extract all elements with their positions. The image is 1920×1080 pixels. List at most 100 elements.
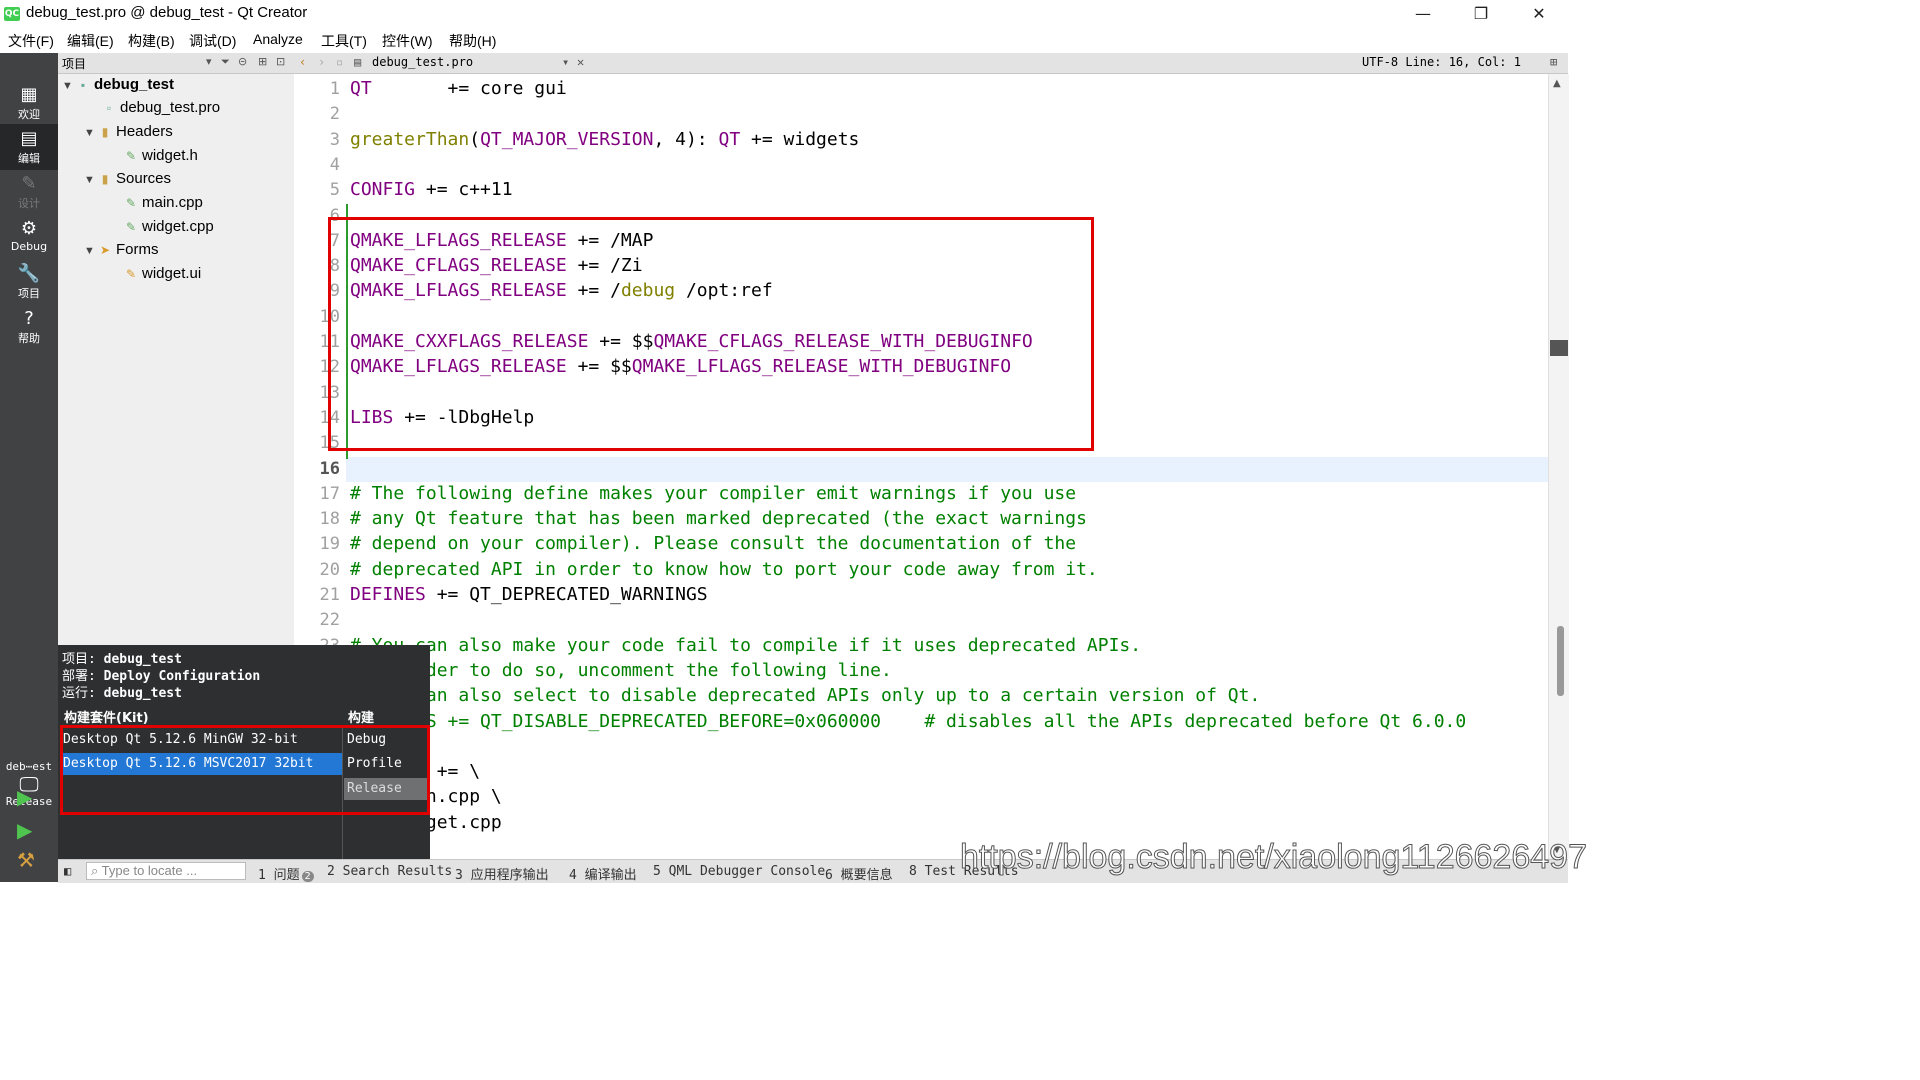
tab-application-output[interactable]: 3 应用程序输出 bbox=[455, 864, 549, 883]
scroll-up-icon[interactable]: ▲ bbox=[1553, 78, 1561, 89]
line-number: 3 bbox=[329, 129, 340, 150]
forward-arrow-icon[interactable]: › bbox=[318, 55, 325, 69]
tree-item-widget-h[interactable]: ✎ widget.h bbox=[124, 147, 198, 169]
menu-bar: 文件(F) 编辑(E) 构建(B) 调试(D) Analyze 工具(T) 控件… bbox=[0, 28, 1568, 53]
code-editor[interactable]: 1234567891011121314151617181920212223242… bbox=[294, 74, 1548, 859]
header-file-icon: ✎ bbox=[125, 149, 137, 163]
back-arrow-icon[interactable]: ‹ bbox=[299, 55, 306, 69]
code-line: # depend on your compiler). Please consu… bbox=[350, 533, 1077, 555]
mode-label: 欢迎 bbox=[18, 108, 40, 121]
mode-welcome[interactable]: ▦ 欢迎 bbox=[0, 80, 58, 126]
tab-general-messages[interactable]: 6 概要信息 bbox=[825, 864, 893, 883]
tab-issues[interactable]: 1 问题 2 bbox=[258, 864, 314, 883]
line-number: 20 bbox=[319, 559, 340, 580]
tree-item-widget-cpp[interactable]: ✎ widget.cpp bbox=[124, 218, 214, 240]
pro-file-icon: ▫ bbox=[106, 101, 112, 115]
mode-label: 编辑 bbox=[18, 152, 40, 165]
tree-item-sources[interactable]: ▼ ▮ Sources bbox=[84, 170, 171, 192]
mode-debug[interactable]: ⚙ Debug bbox=[0, 214, 58, 260]
menu-analyze[interactable]: Analyze bbox=[253, 31, 303, 47]
qt-creator-app-icon: QC bbox=[4, 7, 20, 21]
kit-column-header: 构建套件(Kit) bbox=[64, 711, 149, 726]
menu-file[interactable]: 文件(F) bbox=[8, 31, 54, 51]
lock-icon: ▫ bbox=[336, 55, 344, 69]
line-number: 18 bbox=[319, 509, 340, 530]
highlight-box-release-flags bbox=[328, 217, 1094, 451]
chevron-down-icon[interactable]: ▼ bbox=[84, 174, 98, 186]
tree-label: debug_test.pro bbox=[120, 99, 221, 116]
vertical-scrollbar[interactable]: ▲ ▼ bbox=[1548, 74, 1569, 859]
tree-item-widget-ui[interactable]: ✎ widget.ui bbox=[124, 265, 201, 287]
mode-projects[interactable]: 🔧 项目 bbox=[0, 259, 58, 305]
chevron-down-icon[interactable]: ▼ bbox=[84, 245, 98, 257]
mode-design[interactable]: ✎ 设计 bbox=[0, 169, 58, 215]
pencil-icon: ✎ bbox=[21, 173, 37, 194]
mode-help[interactable]: ? 帮助 bbox=[0, 304, 58, 350]
close-panel-icon[interactable]: ⊡ bbox=[276, 55, 285, 68]
line-number: 5 bbox=[329, 180, 340, 201]
tree-item-main-cpp[interactable]: ✎ main.cpp bbox=[124, 194, 203, 216]
document-icon: ▤ bbox=[20, 128, 38, 149]
cursor-position-status[interactable]: UTF-8 Line: 16, Col: 1 bbox=[1362, 55, 1521, 69]
watermark-text: https://blog.csdn.net/xiaolong1126626497 bbox=[960, 838, 1588, 877]
tree-item-pro-file[interactable]: ▫ debug_test.pro bbox=[102, 99, 220, 121]
build-hammer-icon[interactable]: ⚒ bbox=[17, 848, 35, 872]
code-line: # deprecated API in order to know how to… bbox=[350, 558, 1098, 580]
source-file-icon: ✎ bbox=[125, 196, 137, 210]
menu-widgets[interactable]: 控件(W) bbox=[382, 31, 433, 51]
maximize-button[interactable]: ❐ bbox=[1452, 0, 1510, 28]
project-icon: ▪ bbox=[80, 78, 86, 92]
link-icon[interactable]: ⊝ bbox=[238, 55, 247, 68]
code-line: QT += core gui bbox=[350, 78, 567, 99]
scroll-thumb[interactable] bbox=[1557, 626, 1564, 696]
forms-folder-icon: ➤ bbox=[99, 243, 111, 257]
menu-help[interactable]: 帮助(H) bbox=[449, 31, 496, 51]
locator-input[interactable]: ⌕ Type to locate ... bbox=[86, 862, 246, 880]
tree-label: debug_test bbox=[94, 76, 175, 93]
tree-item-headers[interactable]: ▼ ▮ Headers bbox=[84, 123, 173, 145]
run-button[interactable]: ▶ bbox=[17, 785, 32, 809]
tab-compile-output[interactable]: 4 编译输出 bbox=[569, 864, 637, 883]
folder-icon: ▮ bbox=[101, 125, 109, 139]
title-bar: QC debug_test.pro @ debug_test - Qt Crea… bbox=[0, 0, 1568, 28]
split-icon[interactable]: ⊞ bbox=[258, 55, 267, 68]
minimize-button[interactable]: — bbox=[1394, 0, 1452, 28]
debug-run-button[interactable]: ▶ bbox=[17, 818, 32, 842]
code-line: # You can also make your code fail to co… bbox=[350, 634, 1142, 656]
help-icon: ? bbox=[24, 308, 34, 329]
line-number: 17 bbox=[319, 483, 340, 504]
code-line: # The following define makes your compil… bbox=[350, 482, 1077, 504]
tree-item-project[interactable]: ▼ ▪ debug_test bbox=[62, 76, 174, 98]
dropdown-icon[interactable]: ▾ bbox=[206, 55, 212, 68]
line-number: 21 bbox=[319, 585, 340, 605]
menu-tools[interactable]: 工具(T) bbox=[321, 31, 367, 51]
mode-edit[interactable]: ▤ 编辑 bbox=[0, 124, 58, 170]
line-number: 19 bbox=[319, 534, 340, 555]
mode-bar: ▦ 欢迎 ▤ 编辑 ✎ 设计 ⚙ Debug 🔧 项目 ? 帮助 deb⋯est… bbox=[0, 53, 58, 882]
panel-title[interactable]: 项目 bbox=[62, 55, 86, 72]
tab-label: 1 问题 bbox=[258, 868, 300, 883]
toggle-sidebar-icon[interactable]: ◧ bbox=[64, 864, 71, 878]
close-document-icon[interactable]: ✕ bbox=[577, 55, 584, 69]
chevron-down-icon[interactable]: ▼ bbox=[84, 127, 98, 139]
tree-item-forms[interactable]: ▼ ➤ Forms bbox=[84, 241, 159, 263]
tab-search-results[interactable]: 2 Search Results bbox=[327, 864, 452, 879]
mode-label: 设计 bbox=[18, 197, 40, 210]
tab-qml-debugger-console[interactable]: 5 QML Debugger Console bbox=[653, 864, 825, 879]
menu-build[interactable]: 构建(B) bbox=[128, 31, 175, 51]
code-line: #DEFINES += QT_DISABLE_DEPRECATED_BEFORE… bbox=[350, 710, 1467, 732]
kit-selector-popup: 项目: debug_test 部署: Deploy Configuration … bbox=[58, 645, 430, 859]
menu-edit[interactable]: 编辑(E) bbox=[67, 31, 114, 51]
open-document-combo[interactable]: debug_test.pro bbox=[372, 55, 473, 69]
filter-icon[interactable]: ⏷ bbox=[221, 55, 230, 69]
chevron-down-icon[interactable]: ▼ bbox=[62, 80, 76, 92]
code-line: CONFIG += c++11 bbox=[350, 179, 513, 201]
close-button[interactable]: ✕ bbox=[1510, 0, 1568, 28]
code-line: greaterThan(QT_MAJOR_VERSION, 4): QT += … bbox=[350, 128, 860, 150]
code-line: DEFINES += QT_DEPRECATED_WARNINGS bbox=[350, 584, 708, 605]
current-line-highlight bbox=[346, 457, 1548, 482]
split-editor-icon[interactable]: ⊞ bbox=[1550, 55, 1557, 69]
line-number: 16 bbox=[319, 458, 340, 479]
chevron-down-icon[interactable]: ▾ bbox=[562, 55, 569, 69]
menu-debug[interactable]: 调试(D) bbox=[189, 31, 236, 51]
